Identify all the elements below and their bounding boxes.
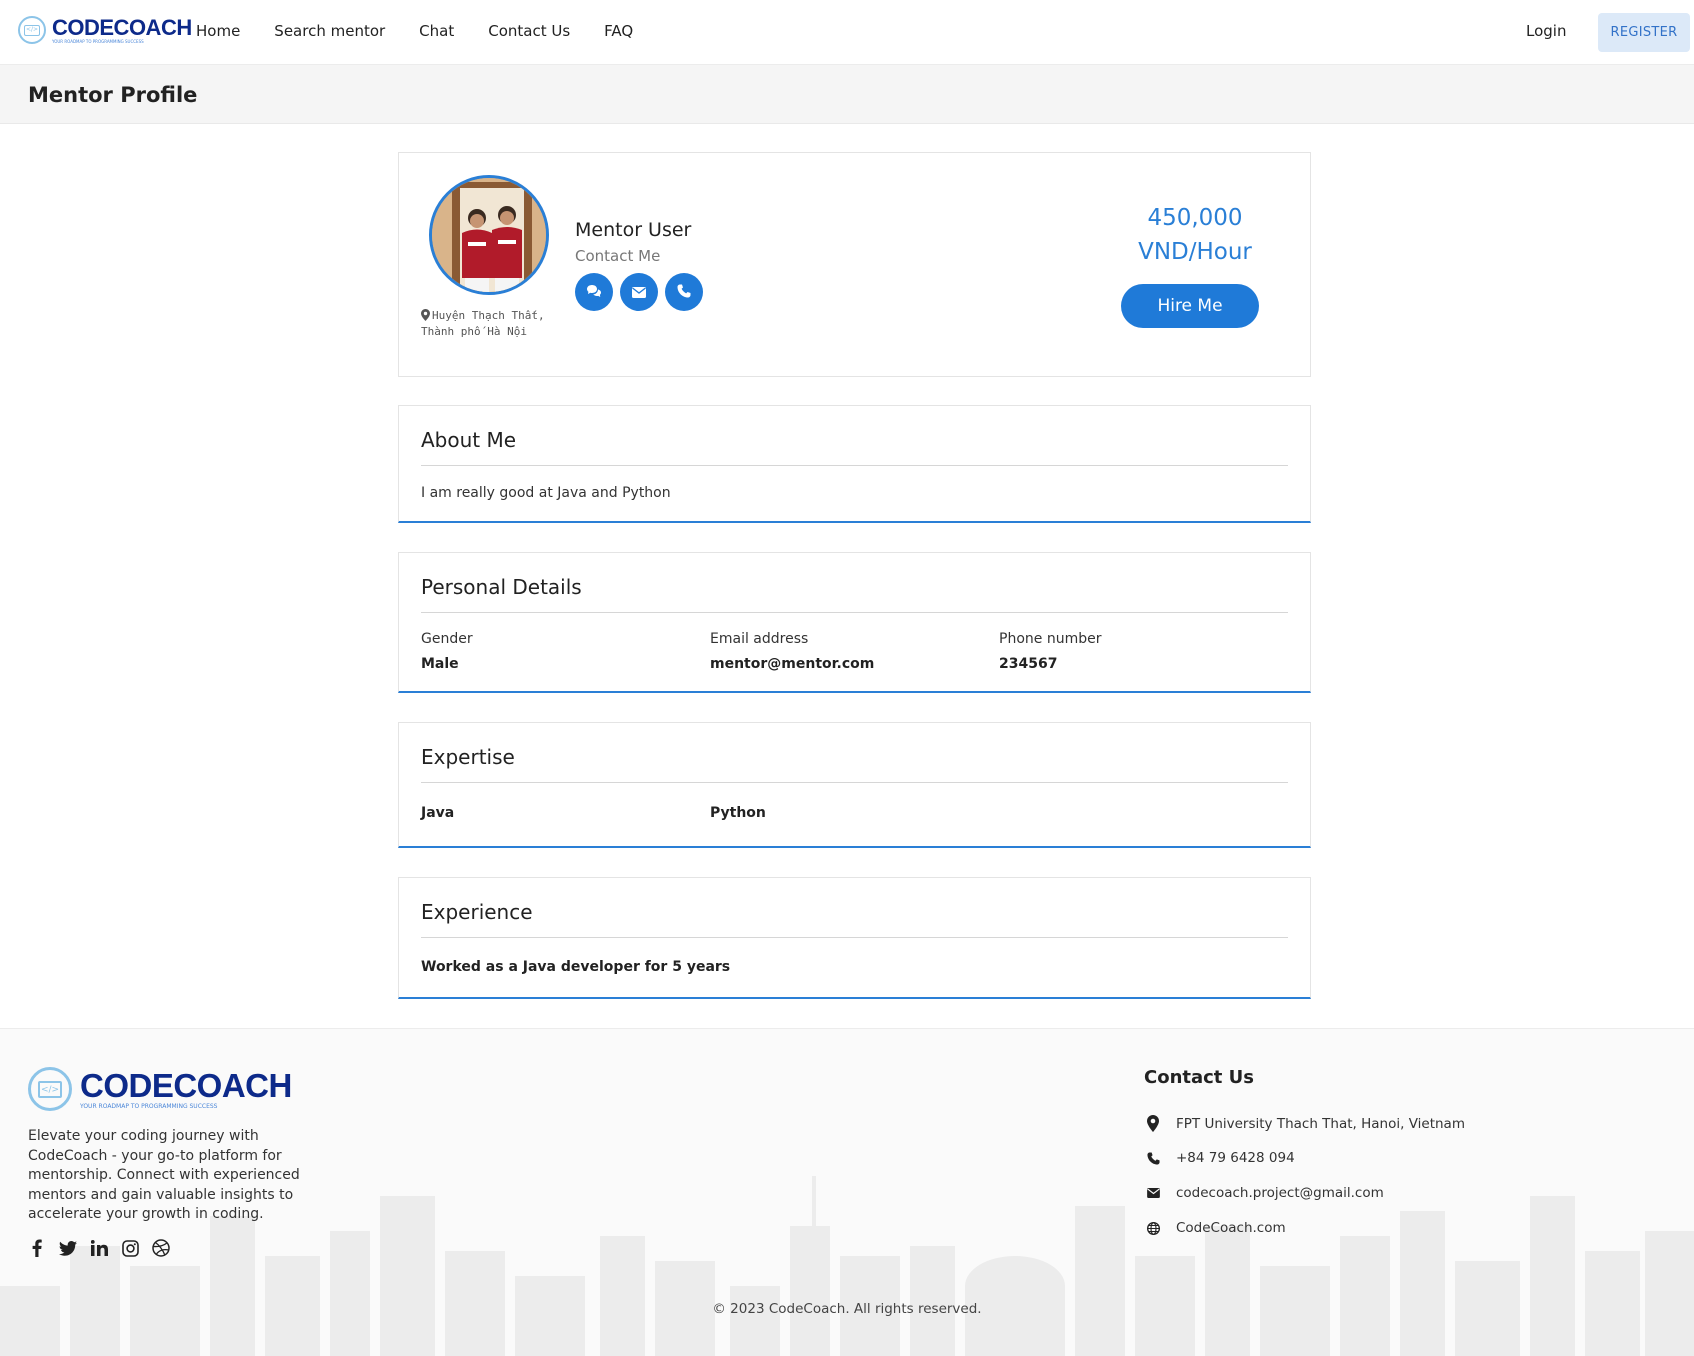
map-pin-icon bbox=[421, 309, 430, 325]
facebook-icon[interactable] bbox=[28, 1239, 46, 1257]
footer-contact-title: Contact Us bbox=[1144, 1067, 1255, 1088]
logo-name: CODECOACH bbox=[52, 14, 192, 40]
email-button[interactable] bbox=[620, 273, 658, 311]
price-unit: VND/Hour bbox=[1138, 239, 1252, 265]
footer-description: Elevate your coding journey with CodeCoa… bbox=[28, 1128, 300, 1222]
section-divider bbox=[421, 612, 1288, 613]
phone-text[interactable]: +84 79 6428 094 bbox=[1176, 1150, 1295, 1166]
mentor-name: Mentor User bbox=[575, 219, 692, 241]
chat-icon bbox=[586, 283, 602, 302]
skill-item: Python bbox=[710, 805, 766, 821]
expertise-card: Expertise Java Python bbox=[398, 722, 1311, 848]
site-footer: </> CODECOACH YOUR ROADMAP TO PROGRAMMIN… bbox=[0, 1028, 1694, 1356]
copyright-text: © 2023 CodeCoach. All rights reserved. bbox=[712, 1301, 982, 1317]
email-field: Email address mentor@mentor.com bbox=[710, 631, 874, 672]
email-value: mentor@mentor.com bbox=[710, 656, 875, 672]
instagram-icon[interactable] bbox=[121, 1239, 139, 1257]
hourly-rate: 450,000 VND/Hour bbox=[1105, 201, 1285, 269]
section-divider bbox=[421, 937, 1288, 938]
logo-icon: </> bbox=[18, 16, 46, 44]
register-button[interactable]: REGISTER bbox=[1598, 13, 1690, 52]
nav-link-home[interactable]: Home bbox=[196, 22, 240, 40]
gender-value: Male bbox=[421, 656, 459, 672]
email-text[interactable]: codecoach.project@gmail.com bbox=[1176, 1185, 1384, 1201]
call-button[interactable] bbox=[665, 273, 703, 311]
experience-title: Experience bbox=[421, 900, 533, 924]
footer-logo-tagline: YOUR ROADMAP TO PROGRAMMING SUCCESS bbox=[80, 1102, 218, 1110]
experience-card: Experience Worked as a Java developer fo… bbox=[398, 877, 1311, 999]
header-logo[interactable]: </> CODECOACH YOUR ROADMAP TO PROGRAMMIN… bbox=[18, 16, 192, 44]
page-title-bar: Mentor Profile bbox=[0, 65, 1694, 124]
skill-item: Java bbox=[421, 805, 455, 821]
logo-icon: </> bbox=[28, 1067, 72, 1111]
globe-icon bbox=[1144, 1221, 1162, 1235]
personal-details-title: Personal Details bbox=[421, 575, 582, 599]
nav-links: Home Search mentor Chat Contact Us FAQ bbox=[196, 22, 633, 40]
footer-logo[interactable]: </> CODECOACH YOUR ROADMAP TO PROGRAMMIN… bbox=[28, 1067, 292, 1111]
contact-icon-group bbox=[575, 273, 703, 311]
price-amount: 450,000 bbox=[1147, 205, 1243, 231]
about-me-card: About Me I am really good at Java and Py… bbox=[398, 405, 1311, 523]
map-pin-icon bbox=[1144, 1115, 1162, 1132]
about-title: About Me bbox=[421, 428, 517, 452]
nav-link-search-mentor[interactable]: Search mentor bbox=[274, 22, 385, 40]
nav-link-faq[interactable]: FAQ bbox=[604, 22, 633, 40]
phone-value: 234567 bbox=[999, 656, 1058, 672]
phone-icon bbox=[677, 283, 691, 302]
profile-card: Huyện Thạch Thất, Thành phố Hà Nội Mento… bbox=[398, 152, 1311, 377]
about-text: I am really good at Java and Python bbox=[421, 485, 671, 501]
top-navbar: </> CODECOACH YOUR ROADMAP TO PROGRAMMIN… bbox=[0, 0, 1694, 65]
hire-me-button[interactable]: Hire Me bbox=[1121, 284, 1259, 328]
website-text[interactable]: CodeCoach.com bbox=[1176, 1220, 1286, 1236]
twitter-icon[interactable] bbox=[59, 1239, 77, 1257]
envelope-icon bbox=[1144, 1188, 1162, 1198]
expertise-title: Expertise bbox=[421, 745, 515, 769]
phone-icon bbox=[1144, 1151, 1162, 1165]
personal-details-card: Personal Details Gender Male Email addre… bbox=[398, 552, 1311, 693]
experience-text: Worked as a Java developer for 5 years bbox=[421, 959, 731, 975]
location-text: Huyện Thạch Thất, Thành phố Hà Nội bbox=[421, 309, 545, 338]
login-link[interactable]: Login bbox=[1526, 22, 1566, 40]
gender-label: Gender bbox=[421, 631, 473, 647]
envelope-icon bbox=[632, 283, 646, 302]
mentor-location: Huyện Thạch Thất, Thành phố Hà Nội bbox=[421, 309, 561, 339]
footer-logo-name: CODECOACH bbox=[80, 1066, 292, 1104]
phone-field: Phone number 234567 bbox=[999, 631, 1101, 672]
avatar bbox=[429, 175, 549, 295]
footer-phone: +84 79 6428 094 bbox=[1144, 1150, 1295, 1166]
email-label: Email address bbox=[710, 631, 809, 647]
page-title: Mentor Profile bbox=[28, 83, 198, 107]
footer-website: CodeCoach.com bbox=[1144, 1220, 1286, 1236]
gender-field: Gender Male bbox=[421, 631, 473, 672]
nav-link-contact-us[interactable]: Contact Us bbox=[488, 22, 570, 40]
phone-label: Phone number bbox=[999, 631, 1102, 647]
nav-link-chat[interactable]: Chat bbox=[419, 22, 454, 40]
address-text: FPT University Thach That, Hanoi, Vietna… bbox=[1176, 1115, 1465, 1132]
footer-email: codecoach.project@gmail.com bbox=[1144, 1185, 1384, 1201]
social-links bbox=[28, 1239, 170, 1257]
linkedin-icon[interactable] bbox=[90, 1239, 108, 1257]
section-divider bbox=[421, 782, 1288, 783]
footer-address: FPT University Thach That, Hanoi, Vietna… bbox=[1144, 1115, 1465, 1132]
chat-button[interactable] bbox=[575, 273, 613, 311]
dribbble-icon[interactable] bbox=[152, 1239, 170, 1257]
contact-me-label: Contact Me bbox=[575, 247, 661, 265]
logo-tagline: YOUR ROADMAP TO PROGRAMMING SUCCESS bbox=[52, 38, 144, 44]
section-divider bbox=[421, 465, 1288, 466]
